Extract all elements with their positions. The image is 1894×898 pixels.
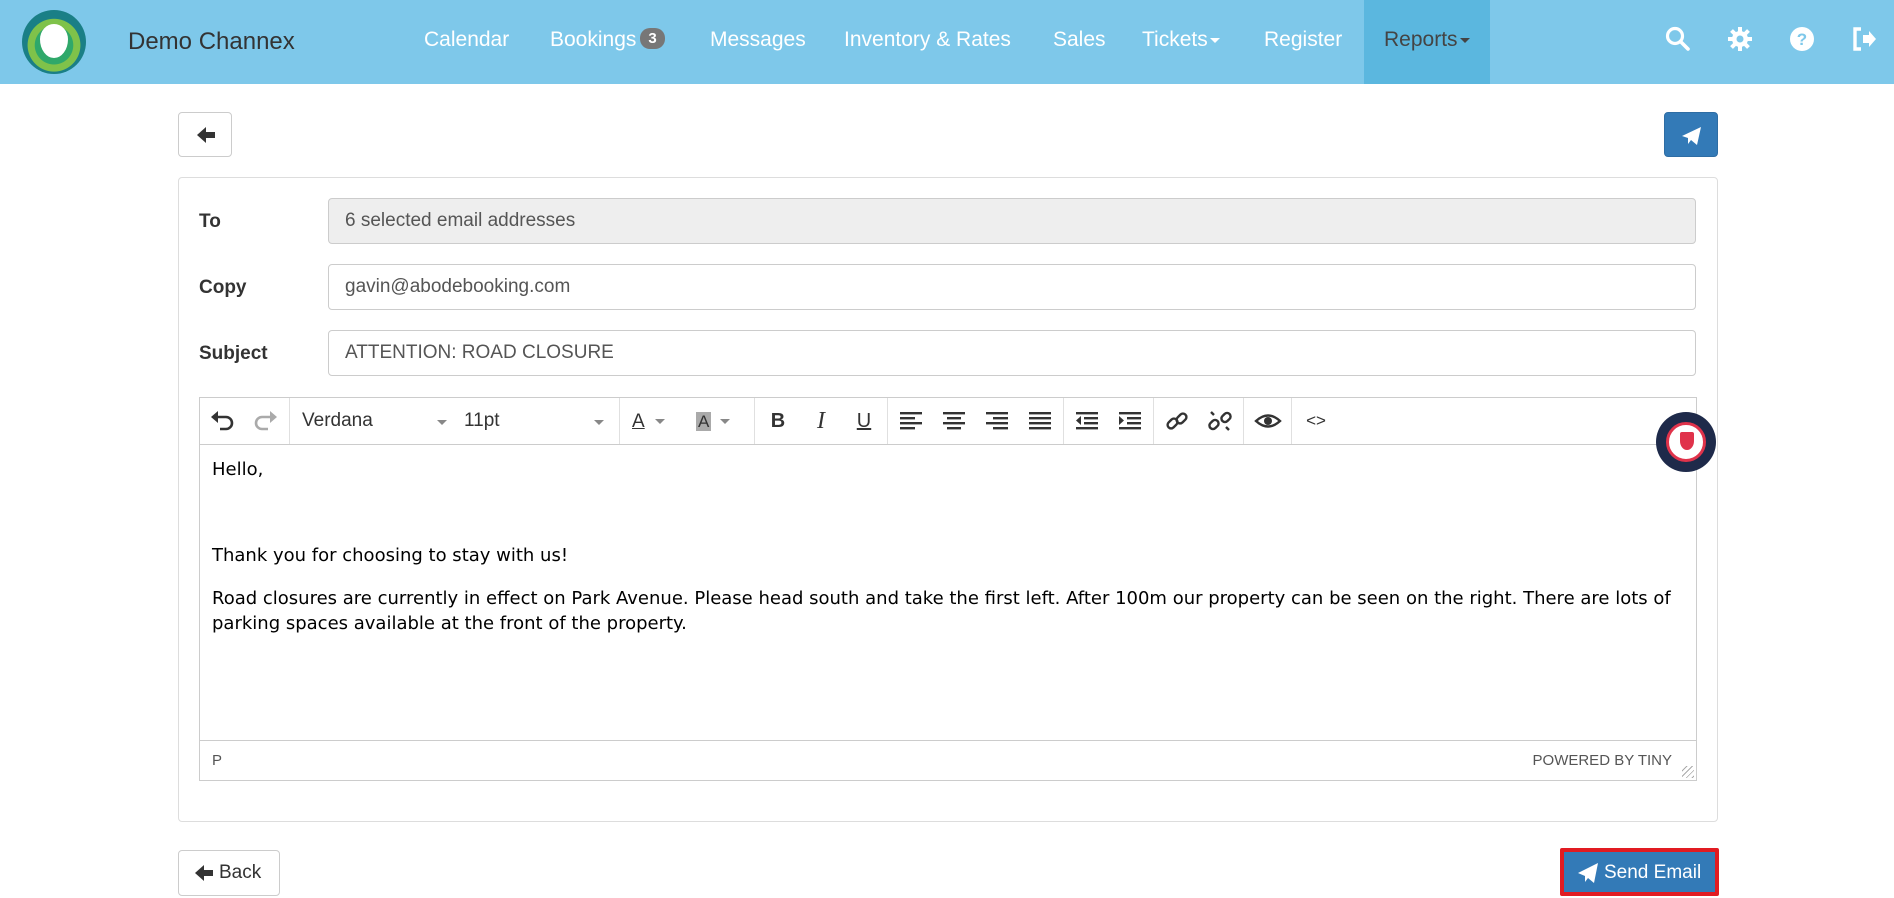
svg-text:?: ? [1797, 30, 1807, 49]
nav-tickets-label: Tickets [1142, 28, 1208, 51]
grammar-checker-badge-icon[interactable] [1656, 412, 1716, 472]
copy-field[interactable]: gavin@abodebooking.com [328, 264, 1696, 310]
unlink-icon[interactable] [1205, 407, 1235, 435]
paper-plane-icon [1578, 862, 1598, 883]
text-color-button[interactable]: A [628, 407, 678, 435]
search-icon[interactable] [1665, 26, 1693, 54]
font-size-caret-icon [594, 420, 604, 425]
back-arrow-button[interactable] [178, 112, 232, 157]
italic-icon[interactable]: I [806, 407, 836, 435]
background-color-caret-icon [720, 419, 731, 425]
send-icon-button[interactable] [1664, 112, 1718, 157]
undo-icon[interactable] [208, 407, 238, 435]
tickets-caret-icon [1209, 37, 1220, 43]
text-color-icon: A [632, 411, 645, 432]
paper-plane-icon [1682, 127, 1701, 145]
editor-statusbar: P POWERED BY TINY [200, 740, 1696, 780]
preview-group [1244, 398, 1292, 444]
font-family-select[interactable]: Verdana [302, 410, 447, 432]
back-button-label: Back [219, 862, 262, 883]
send-email-label: Send Email [1604, 862, 1702, 883]
paragraph: Road closures are currently in effect on… [212, 588, 1671, 634]
link-group [1154, 398, 1244, 444]
history-group [200, 398, 290, 444]
nav-calendar-label: Calendar [424, 28, 510, 51]
question-circle-icon[interactable]: ? [1789, 26, 1817, 54]
font-size-value: 11pt [464, 410, 500, 431]
back-button[interactable]: Back [178, 850, 280, 896]
font-family-caret-icon [437, 420, 447, 425]
nav-bookings[interactable]: Bookings 3 [550, 27, 665, 52]
arrow-left-icon [197, 127, 215, 143]
color-group: A A [620, 398, 755, 444]
nav-sales[interactable]: Sales [1053, 28, 1106, 52]
redo-icon[interactable] [250, 407, 280, 435]
brand-logo[interactable] [22, 10, 86, 74]
powered-by-tiny-link[interactable]: POWERED BY TINY [1533, 752, 1672, 769]
font-group: Verdana 11pt [290, 398, 620, 444]
reports-caret-icon [1459, 37, 1470, 43]
bookings-count-badge: 3 [640, 27, 665, 49]
nav-messages[interactable]: Messages [710, 28, 806, 52]
nav-inventory-rates[interactable]: Inventory & Rates [844, 28, 1011, 52]
element-path[interactable]: P [212, 752, 222, 769]
background-color-icon: A [696, 412, 712, 431]
align-left-icon[interactable] [896, 407, 926, 435]
nav-calendar[interactable]: Calendar [424, 28, 509, 52]
text-color-caret-icon [654, 419, 665, 425]
nav-tickets[interactable]: Tickets [1142, 28, 1220, 52]
paragraph: Thank you for choosing to stay with us! [212, 545, 569, 566]
nav-reports[interactable]: Reports [1364, 0, 1490, 84]
editor-content[interactable]: Hello, Thank you for choosing to stay wi… [200, 445, 1696, 739]
nav-sales-label: Sales [1053, 28, 1106, 51]
font-size-select[interactable]: 11pt [464, 410, 604, 432]
outdent-icon[interactable] [1072, 407, 1102, 435]
align-group [888, 398, 1064, 444]
link-icon[interactable] [1162, 407, 1192, 435]
align-center-icon[interactable] [939, 407, 969, 435]
resize-handle[interactable] [1682, 766, 1694, 778]
background-color-button[interactable]: A [692, 407, 747, 435]
format-group: B I U [755, 398, 888, 444]
to-label: To [199, 211, 221, 232]
nav-messages-label: Messages [710, 28, 806, 51]
arrow-left-icon [195, 864, 213, 881]
sign-out-icon[interactable] [1851, 26, 1879, 54]
subject-label: Subject [199, 343, 268, 364]
source-code-icon[interactable]: <> [1301, 407, 1331, 435]
paragraph: Hello, [212, 459, 264, 480]
align-right-icon[interactable] [982, 407, 1012, 435]
top-navbar: Demo Channex Calendar Bookings 3 Messages… [0, 0, 1894, 84]
copy-label: Copy [199, 277, 247, 298]
indent-group [1064, 398, 1154, 444]
to-field[interactable]: 6 selected email addresses [328, 198, 1696, 244]
underline-icon[interactable]: U [849, 407, 879, 435]
rich-text-editor: Verdana 11pt A A B I U <> Hello, Thank y… [199, 397, 1697, 781]
bold-icon[interactable]: B [763, 407, 793, 435]
brand-name[interactable]: Demo Channex [128, 28, 295, 56]
code-group: <> [1292, 398, 1340, 444]
nav-inventory-label: Inventory & Rates [844, 28, 1011, 51]
gear-icon[interactable] [1727, 26, 1755, 54]
nav-register-label: Register [1264, 28, 1343, 51]
nav-bookings-label: Bookings [550, 28, 637, 51]
indent-icon[interactable] [1115, 407, 1145, 435]
editor-toolbar: Verdana 11pt A A B I U <> [200, 398, 1696, 445]
font-family-value: Verdana [302, 410, 373, 431]
preview-eye-icon[interactable] [1253, 407, 1283, 435]
nav-reports-label: Reports [1384, 28, 1458, 51]
subject-field[interactable]: ATTENTION: ROAD CLOSURE [328, 330, 1696, 376]
nav-register[interactable]: Register [1264, 28, 1342, 52]
paragraph [212, 500, 1684, 525]
align-justify-icon[interactable] [1025, 407, 1055, 435]
send-email-button[interactable]: Send Email [1560, 848, 1719, 896]
